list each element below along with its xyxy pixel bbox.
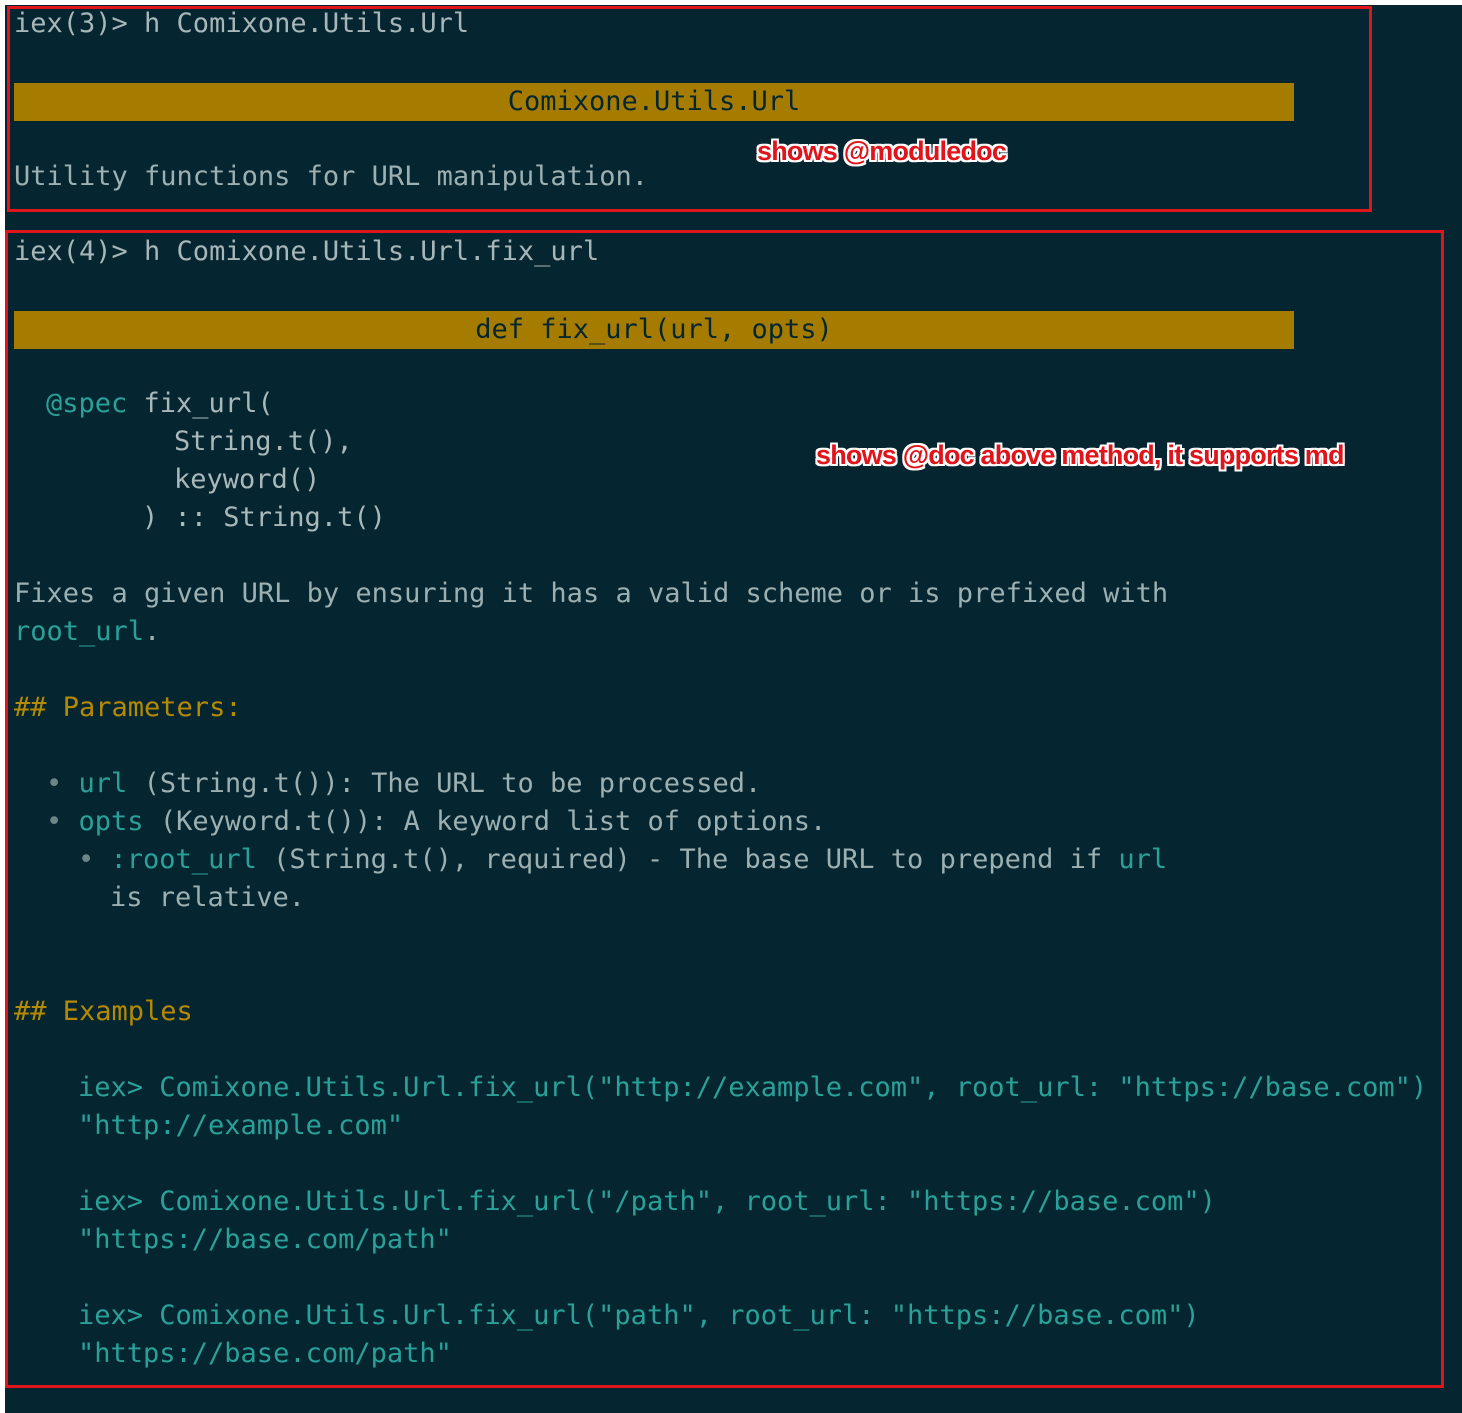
- moduledoc-highlight-box: [7, 6, 1372, 212]
- doc-annotation: shows @doc above method, it supports md: [816, 440, 1344, 470]
- doc-highlight-box: [5, 230, 1444, 1388]
- moduledoc-annotation: shows @moduledoc: [757, 136, 1007, 166]
